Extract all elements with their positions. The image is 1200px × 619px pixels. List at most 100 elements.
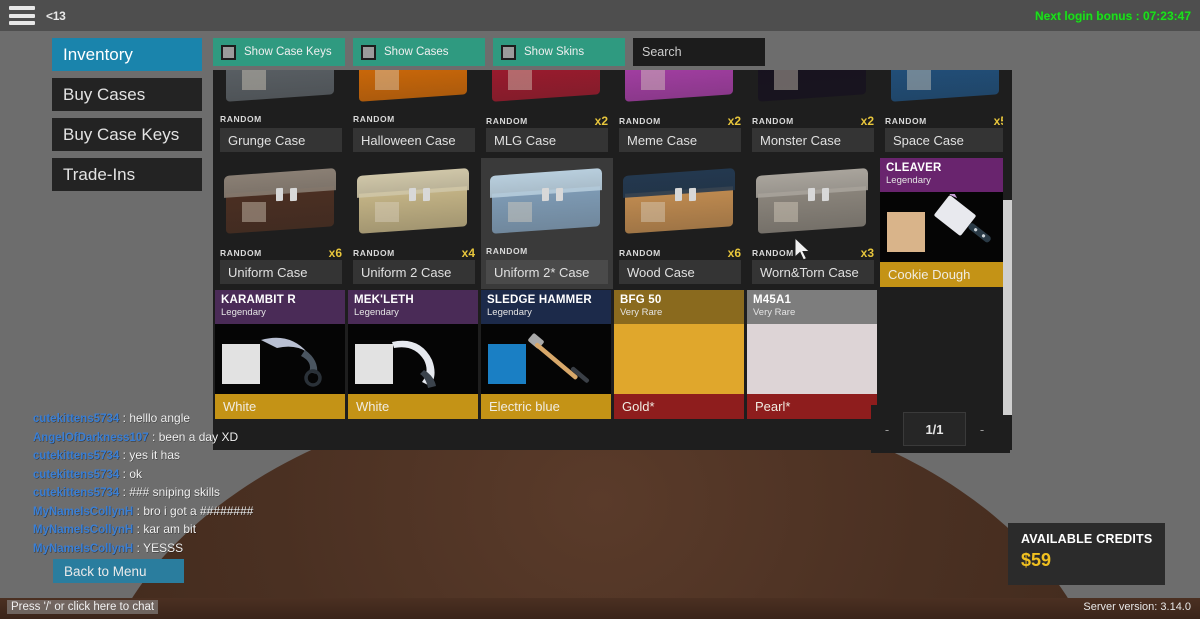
chat-text: kar am bit [143,522,197,536]
skin-card[interactable]: KARAMBIT R Legendary White [215,290,345,419]
inventory-cell[interactable]: KARAMBIT R Legendary White [215,290,347,421]
inventory-scrollbar-thumb[interactable] [1003,200,1012,415]
menu-hamburger-icon[interactable] [9,6,35,25]
inventory-cell[interactable]: RANDOM x4 Uniform 2 Case [348,158,480,289]
case-card[interactable]: RANDOM x2 Monster Case [747,70,879,157]
chat-text: ok [129,466,142,481]
skin-card[interactable]: M45A1 Very Rare Pearl* [747,290,877,419]
server-version: Server version: 3.14.0 [1083,601,1191,613]
skin-name-label: Pearl* [747,394,877,419]
skin-card[interactable]: BFG 50 Very Rare Gold* [614,290,744,419]
filter-show-cases[interactable]: Show Cases [353,38,485,66]
case-card[interactable]: RANDOM x6 Uniform Case [215,158,347,289]
sidebar-item-buy-cases[interactable]: Buy Cases [52,78,202,111]
inventory-cell[interactable]: RANDOM x3 Worn&Torn Case [747,158,879,289]
filter-show-skins[interactable]: Show Skins [493,38,625,66]
inventory-cell[interactable]: RANDOM Uniform 2* Case [481,158,613,289]
inventory-cell[interactable]: BFG 50 Very Rare Gold* [614,290,746,421]
case-type-tag: RANDOM [486,246,528,256]
chat-separator: : [119,485,130,499]
inventory-panel: RANDOM Grunge Case RANDOM Halloween Case RAN… [213,70,1010,450]
skin-header: CLEAVER Legendary [880,158,1010,192]
case-count-badge: x2 [594,114,608,128]
case-type-tag: RANDOM [752,116,794,126]
case-thumbnail [481,158,613,246]
chat-username: MyNameIsCollynH [33,542,134,555]
inventory-cell[interactable]: RANDOM x2 Meme Case [614,70,746,157]
case-card[interactable]: RANDOM x6 Wood Case [614,158,746,289]
skin-color-fill [614,324,744,394]
skin-card[interactable]: SLEDGE HAMMER Legendary Electric blue [481,290,611,419]
inventory-cell[interactable]: RANDOM Halloween Case [348,70,480,157]
inventory-cell[interactable]: RANDOM Grunge Case [215,70,347,157]
case-thumbnail [481,70,613,114]
sidebar-item-trade-ins[interactable]: Trade-Ins [52,158,202,191]
case-count-badge: x6 [328,246,342,260]
chat-message: cutekittens5734 : helllo angle [33,410,363,429]
roblox-topbar: <13 Next login bonus : 07:23:47 [0,0,1200,31]
sidebar-item-inventory[interactable]: Inventory [52,38,202,71]
chat-text: helllo angle [129,411,191,425]
skin-name-label: Gold* [614,394,744,419]
chat-text: been a day XD [158,429,239,444]
sidebar-nav: Inventory Buy Cases Buy Case Keys Trade-Ins [52,38,202,191]
chat-message: cutekittens5734 : ok [33,466,363,485]
chat-message: MyNameIsCollynH : kar am bit [33,521,363,540]
inventory-cell[interactable]: MEK'LETH Legendary White [348,290,480,421]
case-card[interactable]: RANDOM x2 MLG Case [481,70,613,157]
case-type-tag: RANDOM [353,248,395,258]
case-thumbnail [747,158,879,246]
inventory-cell[interactable]: SLEDGE HAMMER Legendary Electric blue [481,290,613,421]
skin-name-label: White [348,394,478,419]
chat-message: MyNameIsCollynH : bro i got a ######## [33,503,363,522]
inventory-cell[interactable]: RANDOM x2 MLG Case [481,70,613,157]
inventory-cell[interactable]: RANDOM x2 Monster Case [747,70,879,157]
chat-message: cutekittens5734 : ### sniping skills [33,484,363,503]
skin-weapon-name: CLEAVER [886,162,942,174]
case-thumbnail [348,158,480,246]
chat-message: AngelOfDarkness107 : been a day XD [33,429,363,448]
case-card[interactable]: RANDOM x2 Meme Case [614,70,746,157]
inventory-cell[interactable]: RANDOM x6 Uniform Case [215,158,347,289]
case-card[interactable]: RANDOM Halloween Case [348,70,480,157]
case-type-tag: RANDOM [619,248,661,258]
chat-separator: : [119,448,130,462]
case-card[interactable]: RANDOM x4 Uniform 2 Case [348,158,480,289]
case-thumbnail [215,158,347,246]
inventory-cell[interactable]: RANDOM x5 Space Case [880,70,1010,157]
pagination-controls: - 1/1 - [871,412,1010,446]
case-card[interactable]: RANDOM Grunge Case [215,70,347,157]
skin-card[interactable]: MEK'LETH Legendary White [348,290,478,419]
prev-page-button[interactable]: - [871,412,903,446]
filter-label: Show Skins [524,46,585,58]
case-count-badge: x4 [461,246,475,260]
case-name-label: Wood Case [619,260,741,284]
inventory-cell[interactable]: M45A1 Very Rare Pearl* [747,290,879,421]
chat-separator: : [119,411,130,425]
sidebar-item-buy-case-keys[interactable]: Buy Case Keys [52,118,202,151]
chat-username: cutekittens5734 [33,413,120,425]
search-input[interactable] [633,38,765,66]
chat-log: cutekittens5734 : helllo angle AngelOfDar… [33,410,363,558]
case-type-tag: RANDOM [486,116,528,126]
filter-show-case-keys[interactable]: Show Case Keys [213,38,345,66]
next-page-button[interactable]: - [966,412,998,446]
back-to-menu-button[interactable]: Back to Menu [53,559,184,583]
chat-separator: : [148,429,159,444]
case-card[interactable]: RANDOM x3 Worn&Torn Case [747,158,879,289]
case-count-badge: x2 [860,114,874,128]
skin-rarity-label: Legendary [487,307,532,318]
inventory-cell[interactable]: RANDOM x6 Wood Case [614,158,746,289]
case-card[interactable]: RANDOM x5 Space Case [880,70,1010,157]
case-thumbnail [747,70,879,114]
case-type-tag: RANDOM [353,114,395,124]
skin-weapon-name: KARAMBIT R [221,294,296,306]
case-card[interactable]: RANDOM Uniform 2* Case [481,158,613,289]
skin-card[interactable]: CLEAVER Legendary Cookie Dough [880,158,1010,287]
chat-hint[interactable]: Press '/' or click here to chat [7,600,159,614]
case-name-label: Halloween Case [353,128,475,152]
case-name-label: Monster Case [752,128,874,152]
age-rating-badge: <13 [46,8,66,23]
inventory-cell[interactable]: CLEAVER Legendary Cookie Dough [880,158,1010,289]
checkbox-icon [221,44,236,60]
